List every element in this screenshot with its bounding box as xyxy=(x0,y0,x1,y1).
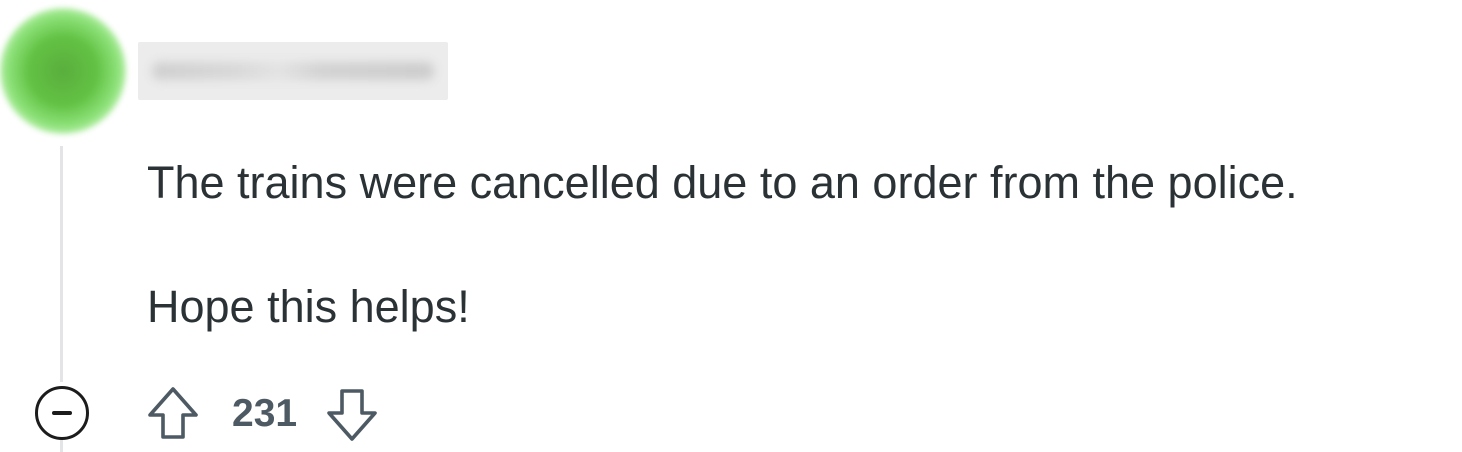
vote-score: 231 xyxy=(232,392,298,435)
comment: The trains were cancelled due to an orde… xyxy=(0,0,1462,452)
downvote-arrow-icon[interactable] xyxy=(325,386,379,442)
username-redacted xyxy=(138,42,448,100)
comment-paragraph: The trains were cancelled due to an orde… xyxy=(147,157,1298,208)
avatar[interactable] xyxy=(0,8,126,134)
comment-paragraph: Hope this helps! xyxy=(147,281,470,332)
vote-bar: 231 xyxy=(146,384,379,444)
thread-line-continuation[interactable] xyxy=(60,440,63,452)
thread-line[interactable] xyxy=(60,146,63,382)
minus-icon xyxy=(52,411,72,415)
upvote-arrow-icon[interactable] xyxy=(146,386,200,442)
username-blur-smudge xyxy=(152,62,434,80)
comment-body: The trains were cancelled due to an orde… xyxy=(147,153,1457,337)
collapse-thread-button[interactable] xyxy=(35,386,89,440)
